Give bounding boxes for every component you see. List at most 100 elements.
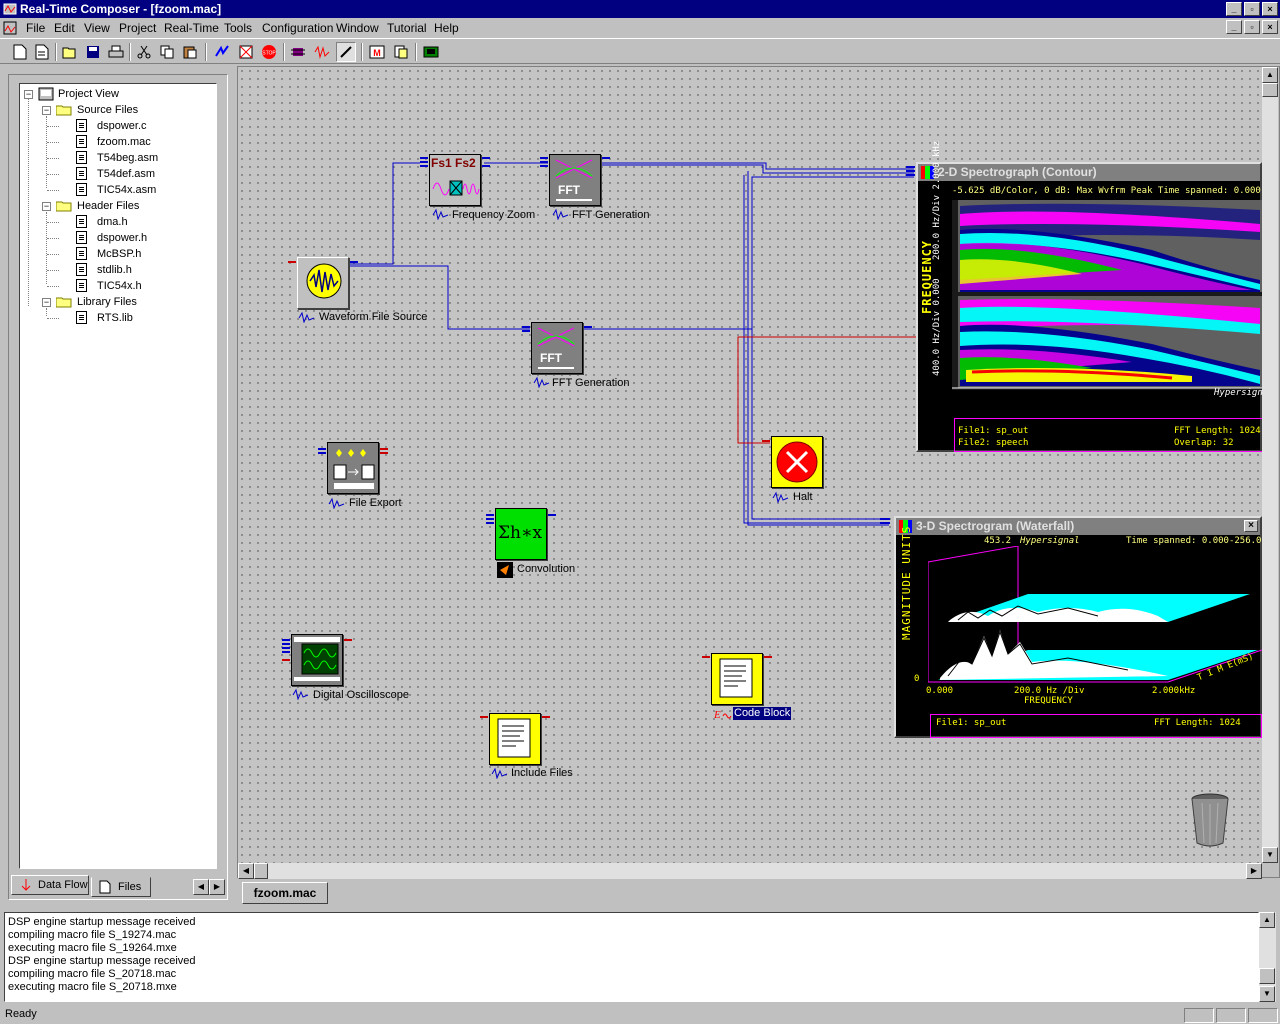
project-tree[interactable]: − Project View − Source Files dspower.c fzo… [19, 83, 217, 869]
dataflow-canvas[interactable]: Fs1 Fs2 Frequency Zoom FFT FFT Generatio… [238, 67, 1262, 863]
document-icon[interactable] [3, 21, 17, 35]
waterfall-titlebar[interactable]: 3-D Spectrogram (Waterfall) [896, 518, 1260, 535]
tree-file-label: dspower.c [97, 120, 147, 132]
mdi-restore-button[interactable]: ▫ [1244, 20, 1260, 34]
menu-view[interactable]: View [84, 21, 110, 35]
close-button[interactable]: × [1262, 2, 1278, 16]
new-project-icon[interactable] [32, 42, 52, 62]
file-icon [76, 119, 87, 132]
board-icon[interactable] [421, 42, 441, 62]
print-icon[interactable] [106, 42, 126, 62]
scroll-left-icon[interactable]: ◀ [238, 863, 254, 879]
fft-icon[interactable]: FFT [549, 154, 601, 206]
scroll-thumb[interactable] [1262, 83, 1278, 97]
waveform-source-icon[interactable] [297, 257, 349, 309]
spectrograph-title: 2-D Spectrograph (Contour) [938, 165, 1097, 179]
spectrograph-overlap: Overlap: 32 [1174, 438, 1234, 448]
tree-file-label: RTS.lib [97, 312, 133, 324]
scroll-right-icon[interactable]: ▶ [1246, 863, 1262, 879]
menu-edit[interactable]: Edit [54, 21, 75, 35]
halt-icon[interactable] [771, 436, 823, 488]
scroll-down-icon[interactable]: ▼ [1262, 847, 1278, 863]
menu-file[interactable]: File [26, 21, 45, 35]
open-folder-icon[interactable] [60, 42, 80, 62]
frequency-zoom-icon[interactable]: Fs1 Fs2 [429, 154, 481, 206]
chip-icon[interactable] [288, 42, 308, 62]
minimize-button[interactable]: _ [1226, 2, 1242, 16]
menu-configuration[interactable]: Configuration [262, 21, 333, 35]
menu-help[interactable]: Help [434, 21, 459, 35]
canvas-vertical-scrollbar[interactable]: ▲ ▼ [1262, 67, 1278, 863]
tab-files-label: Files [118, 881, 142, 893]
file-icon [76, 311, 87, 324]
output-line: DSP engine startup message received [8, 955, 196, 967]
trash-icon[interactable] [1190, 793, 1230, 849]
tab-data-flow[interactable]: Data Flow [11, 875, 89, 895]
oscilloscope-icon[interactable] [291, 634, 343, 686]
code-block-icon[interactable] [711, 653, 763, 705]
include-files-label: Include Files [511, 767, 573, 779]
menu-bar: File Edit View Project Real-Time Tools C… [0, 18, 1280, 38]
view-file-icon[interactable] [391, 42, 411, 62]
pencil-icon[interactable] [336, 42, 356, 62]
tree-root-label: Project View [58, 88, 119, 100]
tree-group-label: Source Files [77, 104, 139, 116]
waterfall-close-button[interactable]: × [1244, 520, 1258, 532]
tab-files[interactable]: Files [91, 877, 151, 897]
waveform-icon[interactable] [312, 42, 332, 62]
svg-text:M: M [373, 48, 381, 58]
scroll-thumb-h[interactable] [254, 863, 268, 879]
scroll-thumb[interactable] [1259, 968, 1275, 984]
fft-generation-label-2: FFT Generation [552, 377, 630, 389]
fs-label: Fs1 Fs2 [431, 156, 476, 170]
file-icon [76, 279, 87, 292]
menu-tools[interactable]: Tools [224, 21, 252, 35]
save-icon[interactable] [83, 42, 103, 62]
fft-icon[interactable]: FFT [531, 322, 583, 374]
waterfall-xlabel: FREQUENCY [1024, 696, 1073, 706]
spectrograph-titlebar[interactable]: 2-D Spectrograph (Contour) [918, 164, 1260, 181]
paste-icon[interactable] [180, 42, 200, 62]
spectrograph-fft-length: FFT Length: 1024 [1174, 426, 1261, 436]
restore-button[interactable]: ▫ [1244, 2, 1260, 16]
menu-project[interactable]: Project [119, 21, 156, 35]
scroll-up-icon[interactable]: ▲ [1262, 67, 1278, 83]
copy-icon[interactable] [157, 42, 177, 62]
collapse-icon[interactable]: − [42, 298, 51, 307]
convolution-symbol: Σh∗x [498, 523, 543, 543]
run-icon[interactable] [212, 42, 232, 62]
status-text: Ready [5, 1008, 37, 1020]
include-files-icon[interactable] [489, 713, 541, 765]
output-scrollbar[interactable]: ▲ ▼ [1259, 912, 1276, 1002]
canvas-horizontal-scrollbar[interactable]: ◀ ▶ [238, 863, 1262, 879]
fft-text: FFT [540, 351, 562, 365]
output-window[interactable]: DSP engine startup message received comp… [4, 912, 1259, 1002]
build-icon[interactable] [236, 42, 256, 62]
scroll-down-icon[interactable]: ▼ [1259, 986, 1275, 1002]
svg-text:STOP: STOP [262, 51, 276, 57]
mdi-minimize-button[interactable]: _ [1226, 20, 1242, 34]
waterfall-plot [928, 546, 1262, 683]
file-export-icon[interactable] [327, 442, 379, 494]
tree-file-label: TIC54x.asm [97, 184, 157, 196]
spectrograph-window[interactable]: 2-D Spectrograph (Contour) -5.625 dB/Col… [916, 141, 1262, 452]
spectrograph-ytick-bottom: 400.0 Hz/Div 0.000 [932, 278, 942, 376]
menu-real-time[interactable]: Real-Time [164, 21, 219, 35]
file-icon [76, 183, 87, 196]
mdi-close-button[interactable]: × [1262, 20, 1278, 34]
macro-icon[interactable]: M [367, 42, 387, 62]
menu-tutorial[interactable]: Tutorial [387, 21, 427, 35]
menu-window[interactable]: Window [336, 21, 379, 35]
cut-icon[interactable] [134, 42, 154, 62]
collapse-icon[interactable]: − [42, 106, 51, 115]
tab-scroll-left[interactable]: ◀ [193, 879, 209, 895]
convolution-icon[interactable]: Σh∗x [495, 508, 547, 560]
stop-icon[interactable]: STOP [259, 42, 279, 62]
new-file-icon[interactable] [10, 42, 30, 62]
collapse-icon[interactable]: − [42, 202, 51, 211]
document-tab[interactable]: fzoom.mac [242, 882, 328, 904]
tab-scroll-right[interactable]: ▶ [209, 879, 225, 895]
waterfall-window[interactable]: 3-D Spectrogram (Waterfall) 453.2 Hypers… [894, 516, 1262, 738]
scroll-up-icon[interactable]: ▲ [1259, 912, 1275, 928]
status-cell [1184, 1008, 1214, 1023]
